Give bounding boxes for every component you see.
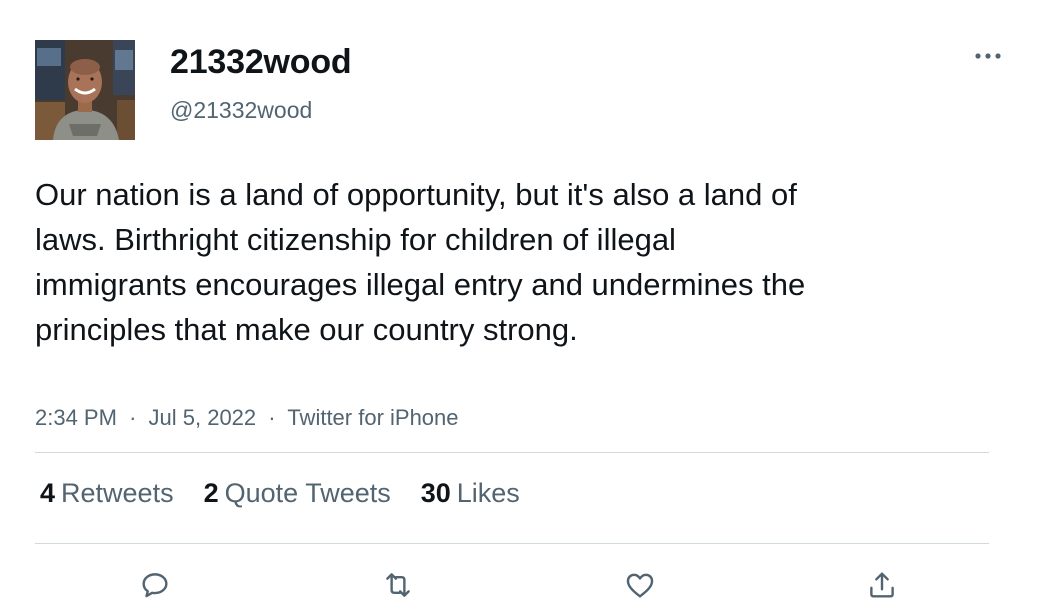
display-name[interactable]: 21332wood xyxy=(170,43,352,82)
reply-icon xyxy=(142,573,168,598)
share-button[interactable] xyxy=(863,566,901,604)
avatar[interactable] xyxy=(35,40,135,140)
separator-dot: · xyxy=(129,405,137,430)
like-button[interactable] xyxy=(621,566,659,604)
retweets-stat[interactable]: 4 Retweets xyxy=(40,478,174,509)
engagement-stats: 4 Retweets 2 Quote Tweets 30 Likes xyxy=(40,478,550,509)
more-dots-icon xyxy=(975,53,1001,59)
tweet-source[interactable]: Twitter for iPhone xyxy=(287,405,458,430)
divider xyxy=(35,452,989,453)
like-icon xyxy=(626,573,654,598)
retweet-icon xyxy=(386,573,410,597)
separator-dot: · xyxy=(268,405,276,430)
likes-label: Likes xyxy=(456,478,520,508)
user-handle[interactable]: @21332wood xyxy=(170,97,312,124)
tweet-metadata: 2:34 PM · Jul 5, 2022 · Twitter for iPho… xyxy=(35,405,459,431)
quotes-count: 2 xyxy=(203,478,219,508)
tweet-time[interactable]: 2:34 PM xyxy=(35,405,117,430)
profile-photo-icon xyxy=(35,40,135,140)
reply-button[interactable] xyxy=(136,566,174,604)
likes-stat[interactable]: 30 Likes xyxy=(421,478,520,509)
quotes-label: Quote Tweets xyxy=(224,478,391,508)
tweet-card: 21332wood @21332wood Our nation is a lan… xyxy=(0,0,1050,615)
more-options-button[interactable] xyxy=(970,42,1006,70)
share-icon xyxy=(870,572,894,598)
retweets-label: Retweets xyxy=(61,478,174,508)
retweets-count: 4 xyxy=(40,478,56,508)
quote-tweets-stat[interactable]: 2 Quote Tweets xyxy=(204,478,391,509)
divider xyxy=(35,543,989,544)
retweet-button[interactable] xyxy=(379,566,417,604)
likes-count: 30 xyxy=(420,478,451,508)
tweet-date[interactable]: Jul 5, 2022 xyxy=(149,405,257,430)
tweet-text: Our nation is a land of opportunity, but… xyxy=(35,177,806,347)
